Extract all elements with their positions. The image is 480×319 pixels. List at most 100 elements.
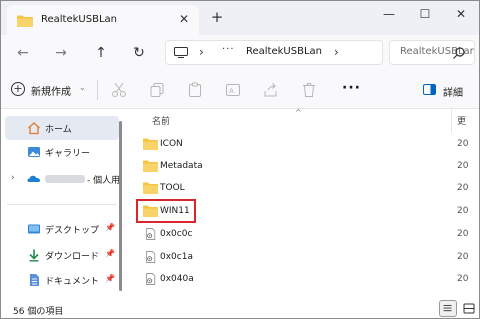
plus-icon: + [11, 82, 25, 96]
delete-icon[interactable] [301, 82, 317, 98]
breadcrumb-overflow-button[interactable]: ··· [222, 44, 235, 55]
search-icon [453, 47, 465, 59]
file-name: ICON [160, 139, 183, 149]
nav-label: ホーム [45, 125, 72, 135]
maximize-button[interactable]: ☐ [413, 5, 437, 23]
column-header-date[interactable]: 更 [457, 114, 466, 127]
copy-icon[interactable] [149, 82, 165, 98]
nav-label: ギャラリー [45, 149, 91, 159]
tab-realtekusblan[interactable]: RealtekUSBLan ✕ [7, 5, 199, 35]
file-date: 20 [457, 206, 469, 216]
folder-icon [17, 15, 33, 27]
list-view-icon [443, 304, 452, 312]
up-button[interactable]: ↑ [91, 43, 111, 63]
large-icons-view-button[interactable] [460, 300, 478, 317]
file-row-tool[interactable]: TOOL 20 [129, 177, 479, 199]
breadcrumb-chevron-icon[interactable]: › [334, 45, 339, 59]
new-label: 新規作成 [31, 87, 71, 98]
nav-item-downloads[interactable]: ダウンロード 📌 [5, 243, 119, 267]
new-tab-button[interactable]: + [209, 9, 225, 25]
file-date: 20 [457, 274, 469, 284]
this-pc-icon [174, 47, 188, 58]
cut-icon[interactable] [111, 82, 127, 98]
column-header-name[interactable]: 名前 [152, 114, 170, 127]
tab-title: RealtekUSBLan [41, 14, 117, 25]
file-row-0x0c0c[interactable]: 0x0c0c 20 [129, 223, 479, 245]
details-view-button[interactable] [439, 300, 457, 317]
file-name: TOOL [160, 183, 185, 193]
nav-item-gallery[interactable]: ギャラリー [5, 140, 119, 164]
nav-item-home[interactable]: ホーム [5, 116, 119, 140]
rename-icon[interactable]: A [225, 82, 241, 98]
breadcrumb-chevron-icon[interactable]: › [199, 45, 204, 59]
details-label: 詳細 [443, 88, 463, 99]
nav-item-desktop[interactable]: デスクトップ 📌 [5, 217, 119, 241]
nav-item-onedrive[interactable]: › - 個人用 [5, 167, 121, 191]
folder-icon [143, 160, 158, 172]
onedrive-icon [27, 175, 41, 182]
address-bar[interactable]: › ··· RealtekUSBLan › [165, 40, 383, 65]
address-toolbar: ← → ↑ ↻ › ··· RealtekUSBLan › RealtekUSB… [1, 35, 479, 71]
separator [97, 80, 98, 100]
details-pane-icon [423, 84, 436, 95]
new-button[interactable]: + 新規作成 ⌄ [11, 79, 91, 101]
blurred-account-name [45, 175, 85, 183]
file-row-icon[interactable]: ICON 20 [129, 133, 479, 155]
pin-icon[interactable]: 📌 [105, 274, 115, 283]
file-name: 0x040a [160, 274, 194, 284]
file-date: 20 [457, 252, 469, 262]
chevron-down-icon: ⌄ [79, 83, 86, 92]
forward-button[interactable]: → [51, 43, 71, 63]
close-window-button[interactable]: ✕ [449, 5, 473, 23]
folder-icon [143, 138, 158, 150]
settings-file-icon [146, 228, 156, 240]
nav-label: デスクトップ [45, 226, 100, 236]
item-count: 56 個の項目 [13, 307, 64, 317]
settings-file-icon [146, 251, 156, 263]
minimize-button[interactable]: — [377, 5, 401, 23]
file-explorer-window: RealtekUSBLan ✕ + — ☐ ✕ ← → ↑ ↻ › ··· Re… [0, 0, 480, 319]
column-divider[interactable] [451, 109, 452, 133]
file-row-0x040a[interactable]: 0x040a 20 [129, 268, 479, 290]
status-bar: 56 個の項目 [1, 297, 479, 318]
file-date: 20 [457, 183, 469, 193]
nav-divider [7, 204, 117, 205]
file-row-0x0c1a[interactable]: 0x0c1a 20 [129, 246, 479, 268]
back-button[interactable]: ← [13, 43, 33, 63]
file-name: Metadata [160, 161, 203, 171]
details-pane-button[interactable]: 詳細 [423, 81, 479, 101]
file-date: 20 [457, 161, 469, 171]
file-name: 0x0c0c [160, 229, 193, 239]
nav-item-documents[interactable]: ドキュメント 📌 [5, 268, 119, 292]
svg-text:A: A [229, 87, 234, 95]
home-icon [28, 122, 40, 135]
nav-label: ドキュメント [45, 277, 100, 287]
download-icon [29, 249, 39, 262]
tiles-view-icon [463, 303, 475, 314]
close-tab-icon[interactable]: ✕ [177, 12, 191, 26]
expand-chevron-icon[interactable]: › [11, 173, 15, 183]
desktop-icon [28, 224, 40, 234]
gallery-icon [28, 147, 40, 157]
highlight-box [136, 199, 196, 223]
breadcrumb-current-folder[interactable]: RealtekUSBLan [246, 46, 322, 57]
refresh-button[interactable]: ↻ [129, 43, 149, 63]
sort-indicator-icon: ^ [295, 108, 302, 117]
nav-label: ダウンロード [45, 252, 100, 262]
navigation-pane: ホーム ギャラリー › - 個人用 デスクトップ 📌 ダウンロード 📌 ドキュメ… [1, 109, 123, 297]
search-input[interactable]: RealtekUSBLan [389, 40, 475, 65]
more-options-button[interactable]: ··· [342, 80, 361, 96]
nav-label: - 個人用 [87, 176, 121, 186]
share-icon[interactable] [263, 82, 279, 98]
file-row-metadata[interactable]: Metadata 20 [129, 155, 479, 177]
command-bar: + 新規作成 ⌄ A ··· 詳細 [1, 71, 479, 109]
column-header-row: ^ 名前 更 [129, 108, 479, 133]
pin-icon[interactable]: 📌 [105, 249, 115, 258]
documents-icon [30, 274, 39, 286]
folder-icon [143, 182, 158, 194]
file-date: 20 [457, 139, 469, 149]
paste-icon[interactable] [187, 82, 203, 98]
nav-pane-scrollbar[interactable] [119, 121, 122, 291]
pin-icon[interactable]: 📌 [105, 223, 115, 232]
settings-file-icon [146, 273, 156, 285]
